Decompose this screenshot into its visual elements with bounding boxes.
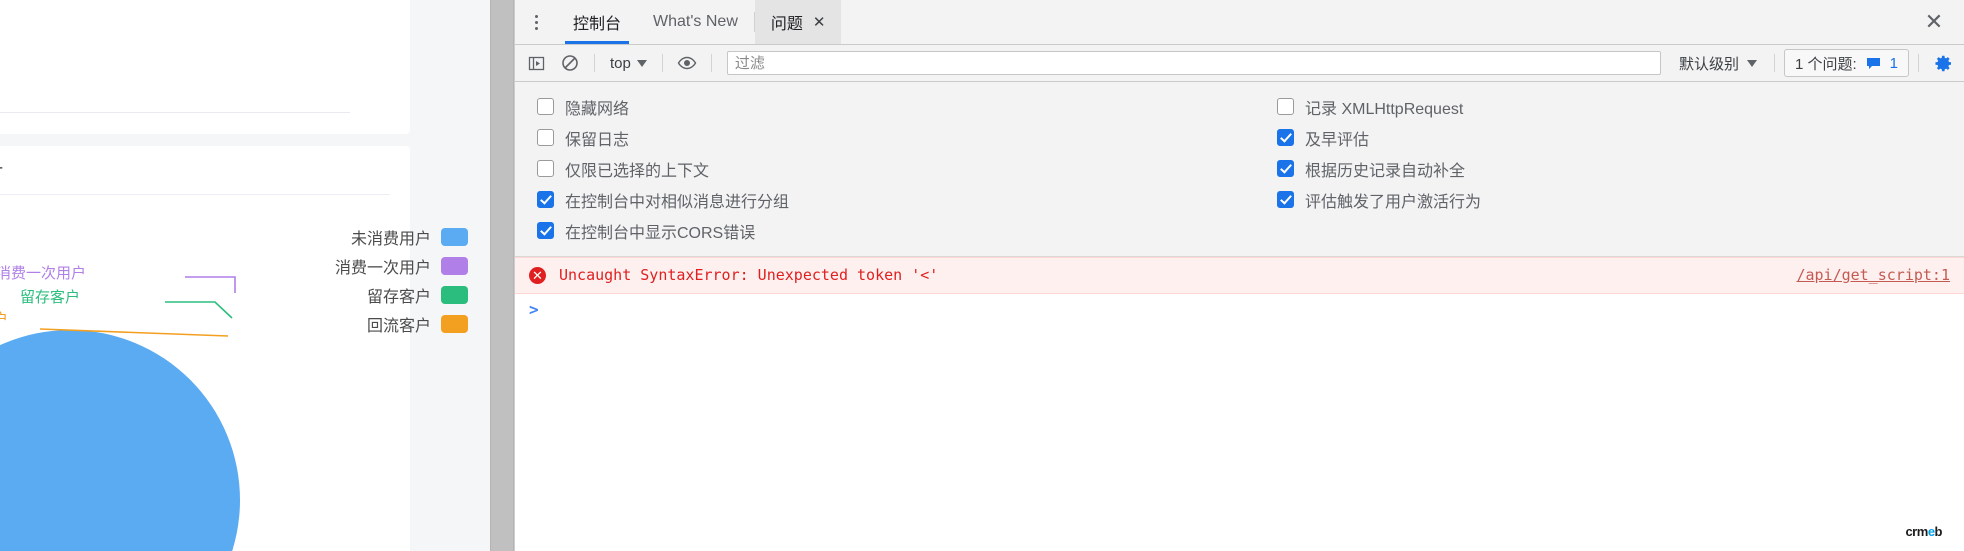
legend-swatch-purple (441, 256, 468, 275)
web-page-content: 计 消费一次用户 留存客户 客户 未消费用户 消费一次用户 留存客 (0, 0, 490, 551)
log-level-label: 默认级别 (1678, 55, 1739, 73)
crmeb-watermark: crmeb (1905, 524, 1942, 539)
legend-swatch-green (441, 285, 468, 304)
close-icon[interactable]: ✕ (813, 15, 826, 30)
legend-label: 消费一次用户 (334, 259, 431, 277)
legend-item[interactable]: 未消费用户 (218, 222, 468, 251)
chevron-down-icon (1746, 59, 1757, 67)
legend-item[interactable]: 消费一次用户 (218, 251, 468, 280)
setting-label: 仅限已选择的上下文 (565, 162, 710, 180)
error-icon: ✕ (529, 266, 546, 284)
legend-label: 未消费用户 (350, 230, 431, 248)
pie-label-0: 消费一次用户 (0, 265, 87, 282)
tab-label: What's New (653, 13, 738, 30)
setting-hide-network[interactable]: 隐藏网络 (537, 91, 1267, 122)
watermark-post: b (1934, 524, 1943, 539)
checkbox[interactable] (537, 98, 554, 115)
chevron-down-icon (636, 59, 647, 67)
page-card-title-rule (0, 194, 390, 195)
settings-column-left: 隐藏网络 保留日志 仅限已选择的上下文 在控制台中对相似消息进行分组 在控制台中… (515, 91, 1267, 246)
legend-label: 留存客户 (366, 288, 431, 306)
checkbox[interactable] (537, 160, 554, 177)
window-gutter (490, 0, 514, 551)
setting-autocomplete-history[interactable]: 根据历史记录自动补全 (1277, 153, 1481, 184)
clear-console-icon[interactable] (555, 50, 585, 76)
log-level-selector[interactable]: 默认级别 (1671, 51, 1765, 75)
console-prompt-input[interactable] (548, 299, 1950, 319)
setting-label: 隐藏网络 (565, 100, 630, 118)
tab-issues[interactable]: 问题 ✕ (754, 0, 842, 44)
checkbox[interactable] (537, 222, 554, 239)
checkbox[interactable] (537, 129, 554, 146)
setting-label: 在控制台中对相似消息进行分组 (565, 193, 790, 211)
pie-label-1: 留存客户 (20, 289, 81, 306)
issues-label: 1 个问题: (1794, 55, 1857, 73)
toolbar-separator (1773, 54, 1775, 72)
settings-gear-icon[interactable] (1928, 50, 1958, 76)
setting-selected-context-only[interactable]: 仅限已选择的上下文 (537, 153, 1267, 184)
context-selector[interactable]: top (604, 51, 653, 75)
prompt-caret-icon: > (529, 299, 539, 319)
devtools-panel: 控制台 What's New 问题 ✕ ✕ top 过滤 默认级别 1 个问题:… (514, 0, 1964, 551)
legend-swatch-orange (441, 314, 468, 333)
toolbar-separator (1918, 54, 1919, 72)
pie-legend: 未消费用户 消费一次用户 留存客户 回流客户 (218, 222, 468, 338)
tab-label: 问题 (770, 16, 803, 33)
more-vertical-icon[interactable] (515, 0, 557, 44)
watermark-dot: e (1927, 524, 1935, 539)
checkbox[interactable] (1277, 160, 1294, 177)
checkbox[interactable] (1277, 129, 1294, 146)
issues-badge-icon (1866, 57, 1880, 69)
legend-item[interactable]: 回流客户 (218, 309, 468, 338)
setting-label: 根据历史记录自动补全 (1305, 162, 1466, 180)
settings-column-right: 记录 XMLHttpRequest 及早评估 根据历史记录自动补全 评估触发了用… (1267, 91, 1481, 246)
console-error-text: Uncaught SyntaxError: Unexpected token '… (559, 266, 939, 284)
checkbox[interactable] (1277, 191, 1294, 208)
legend-item[interactable]: 留存客户 (218, 280, 468, 309)
live-expression-icon[interactable] (672, 50, 702, 76)
setting-preserve-log[interactable]: 保留日志 (537, 122, 1267, 153)
setting-group-similar[interactable]: 在控制台中对相似消息进行分组 (537, 184, 1267, 215)
console-message-list: ✕ Uncaught SyntaxError: Unexpected token… (515, 257, 1964, 551)
setting-eager-evaluation[interactable]: 及早评估 (1277, 122, 1481, 153)
page-card-top (0, 0, 410, 134)
tab-console[interactable]: 控制台 (557, 0, 637, 44)
checkbox[interactable] (1277, 98, 1294, 115)
setting-label: 及早评估 (1305, 131, 1370, 149)
filter-input[interactable] (726, 51, 1661, 75)
console-prompt-row[interactable]: > (515, 294, 1964, 324)
setting-label: 在控制台中显示CORS错误 (565, 224, 756, 242)
issues-count: 1 (1889, 54, 1898, 72)
issues-badge[interactable]: 1 个问题: 1 (1783, 49, 1909, 77)
console-error-row[interactable]: ✕ Uncaught SyntaxError: Unexpected token… (515, 257, 1964, 294)
toolbar-separator (594, 54, 595, 72)
pie-label-2: 客户 (0, 311, 9, 328)
tab-whats-new[interactable]: What's New (637, 0, 754, 44)
setting-show-cors-errors[interactable]: 在控制台中显示CORS错误 (537, 215, 1267, 246)
legend-label: 回流客户 (366, 317, 431, 335)
console-settings-panel: 隐藏网络 保留日志 仅限已选择的上下文 在控制台中对相似消息进行分组 在控制台中… (515, 82, 1964, 257)
setting-label: 评估触发了用户激活行为 (1305, 193, 1482, 211)
console-sidebar-icon[interactable] (521, 50, 551, 76)
context-label: top (610, 54, 631, 72)
setting-label: 保留日志 (565, 131, 630, 149)
devtools-tabstrip: 控制台 What's New 问题 ✕ ✕ (515, 0, 1964, 45)
setting-label: 记录 XMLHttpRequest (1305, 100, 1464, 118)
console-toolbar: top 默认级别 1 个问题: 1 (515, 45, 1964, 82)
legend-swatch-blue (441, 227, 468, 246)
setting-log-xhr[interactable]: 记录 XMLHttpRequest (1277, 91, 1481, 122)
console-error-source-link[interactable]: /api/get_script:1 (1796, 266, 1950, 284)
toolbar-separator (661, 54, 663, 72)
toolbar-separator (710, 54, 712, 72)
panel-close-icon[interactable]: ✕ (1914, 0, 1954, 44)
setting-user-activation[interactable]: 评估触发了用户激活行为 (1277, 184, 1481, 215)
card-divider (0, 112, 350, 113)
watermark-pre: crm (1905, 524, 1928, 539)
checkbox[interactable] (537, 191, 554, 208)
page-card-title: 计 (0, 156, 3, 181)
tab-label: 控制台 (573, 16, 622, 33)
